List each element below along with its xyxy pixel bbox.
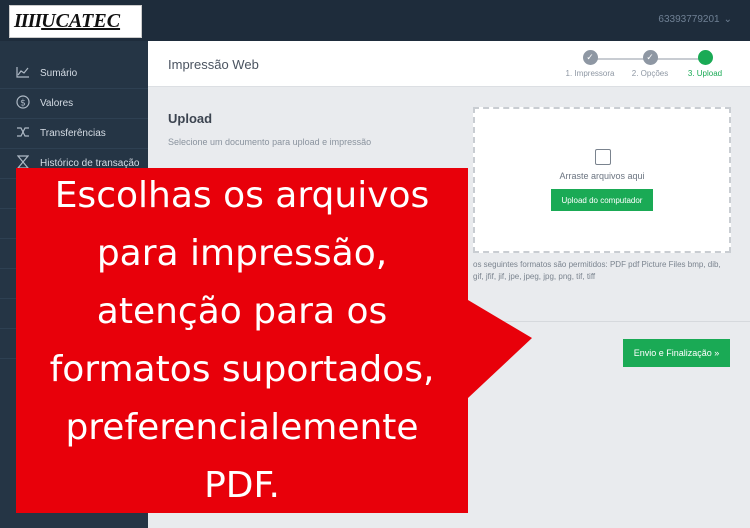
drop-text: Arraste arquivos aqui bbox=[559, 171, 645, 181]
sidebar-item-historico[interactable]: Histórico de transação bbox=[0, 149, 148, 179]
submit-finish-button[interactable]: Envio e Finalização » bbox=[623, 339, 730, 367]
shuffle-icon bbox=[14, 126, 32, 141]
sidebar-row bbox=[0, 269, 148, 299]
main-content: Impressão Web ✓ 1. Impressora ✓ 2. Opçõe… bbox=[148, 41, 750, 528]
account-menu[interactable]: 63393779201 ⌄ bbox=[658, 14, 732, 25]
account-label: 63393779201 bbox=[658, 14, 720, 25]
sidebar-row bbox=[0, 329, 148, 359]
upload-heading: Upload bbox=[168, 111, 213, 126]
step-label: 3. Upload bbox=[687, 69, 723, 78]
step-label: 1. Impressora bbox=[565, 69, 615, 78]
file-dropzone[interactable]: file Arraste arquivos aqui Upload do com… bbox=[473, 107, 731, 253]
logo-bars: IIII bbox=[14, 10, 42, 32]
chart-line-icon bbox=[14, 66, 32, 81]
main-header: Impressão Web ✓ 1. Impressora ✓ 2. Opçõe… bbox=[148, 41, 750, 87]
chevron-down-icon: ⌄ bbox=[723, 14, 732, 25]
check-icon: ✓ bbox=[582, 50, 598, 65]
sidebar-item-transferencias[interactable]: Transferências bbox=[0, 119, 148, 149]
upload-from-computer-button[interactable]: Upload do computador bbox=[551, 189, 653, 211]
sidebar-item-label: Transferências bbox=[40, 128, 106, 139]
sidebar-item-label: Valores bbox=[40, 98, 74, 109]
sidebar-row bbox=[0, 179, 148, 209]
upload-description: Selecione um documento para upload e imp… bbox=[168, 137, 372, 147]
dollar-circle-icon: $ bbox=[14, 95, 32, 112]
step-opcoes[interactable]: ✓ 2. Opções bbox=[620, 50, 680, 78]
step-upload[interactable]: 3. Upload bbox=[675, 50, 735, 78]
active-step-dot bbox=[697, 50, 713, 65]
svg-text:$: $ bbox=[20, 99, 26, 109]
logo[interactable]: IIII UCATEC bbox=[9, 5, 142, 38]
check-icon: ✓ bbox=[642, 50, 658, 65]
sidebar-row bbox=[0, 209, 148, 239]
sidebar-item-valores[interactable]: $ Valores bbox=[0, 89, 148, 119]
file-icon: file bbox=[595, 149, 611, 165]
logo-text: UCATEC bbox=[41, 10, 121, 32]
divider bbox=[148, 321, 750, 322]
wizard-steps: ✓ 1. Impressora ✓ 2. Opções 3. Upload bbox=[560, 50, 730, 82]
step-impressora[interactable]: ✓ 1. Impressora bbox=[560, 50, 620, 78]
sidebar-item-label: Histórico de transação bbox=[40, 158, 140, 169]
sidebar-item-sumario[interactable]: Sumário bbox=[0, 59, 148, 89]
page-title: Impressão Web bbox=[168, 57, 259, 72]
sidebar-row bbox=[0, 239, 148, 269]
allowed-formats-text: os seguintes formatos são permitidos: PD… bbox=[473, 260, 721, 281]
sidebar-item-label: Sumário bbox=[40, 68, 78, 79]
sidebar-row bbox=[0, 299, 148, 329]
hourglass-icon bbox=[14, 155, 32, 172]
step-label: 2. Opções bbox=[631, 69, 669, 78]
top-bar: IIII UCATEC 63393779201 ⌄ bbox=[0, 0, 750, 41]
sidebar: Sumário $ Valores Transferências Históri… bbox=[0, 41, 148, 528]
